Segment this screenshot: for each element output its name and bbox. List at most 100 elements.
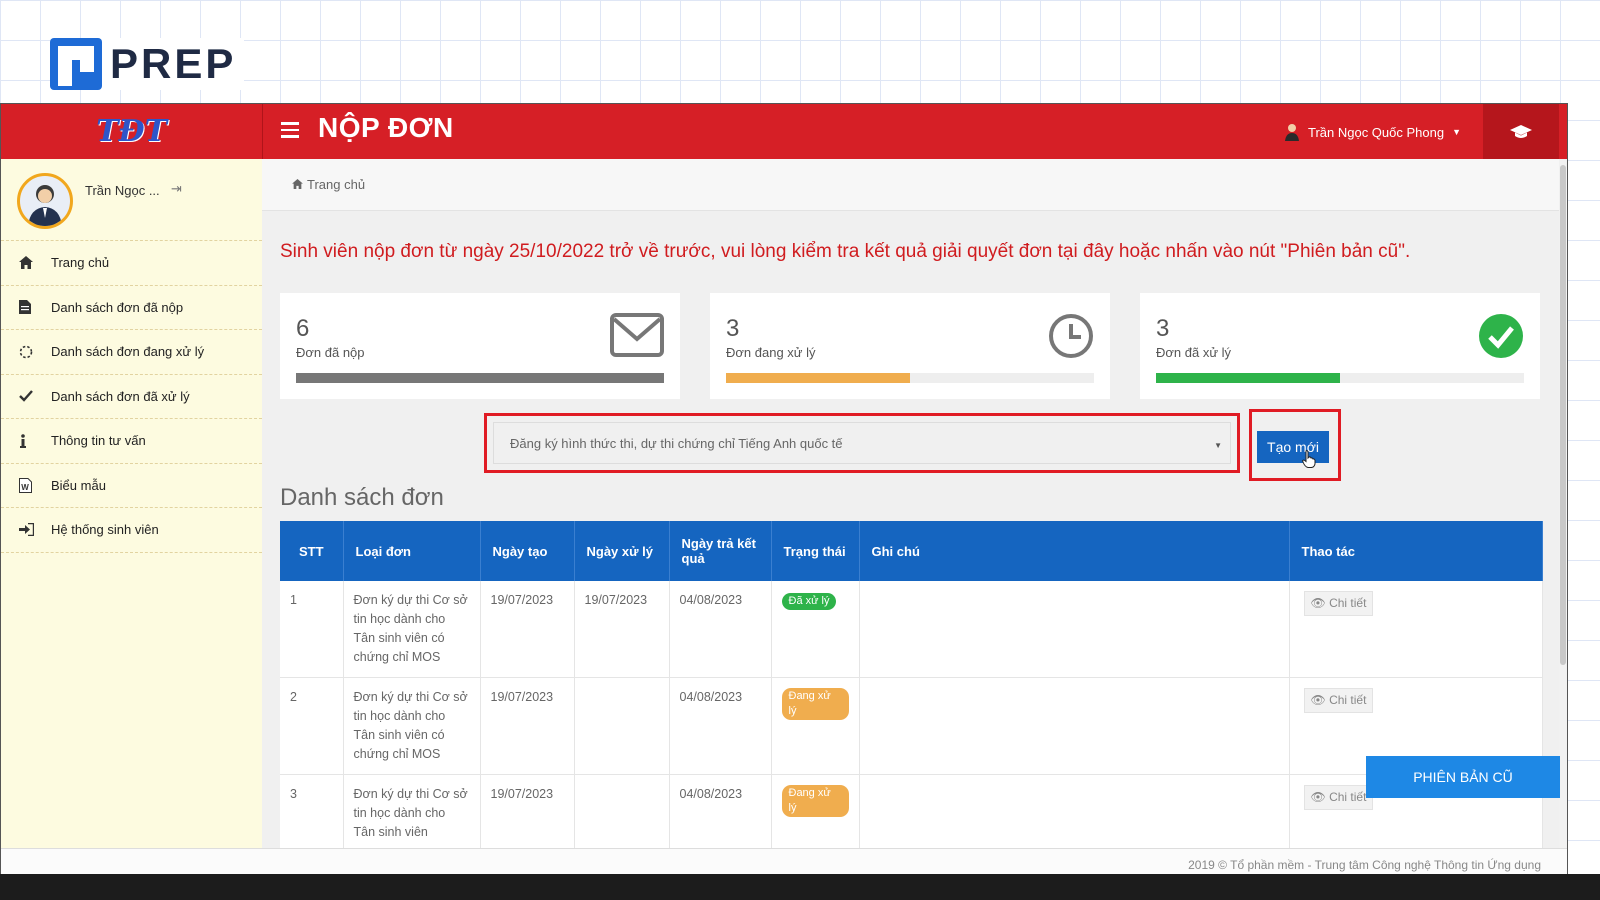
row-processed xyxy=(574,774,670,848)
scrollbar[interactable] xyxy=(1559,159,1567,880)
file-icon xyxy=(19,300,51,315)
stat-count: 3 xyxy=(726,315,740,342)
form-type-selected: Đăng ký hình thức thi, dự thi chứng chỉ … xyxy=(510,435,843,451)
sidebar-item-advice[interactable]: Thông tin tư vấn xyxy=(1,419,262,464)
column-header: Thao tác xyxy=(1289,521,1543,581)
sidebar-item-label: Danh sách đơn đang xử lý xyxy=(51,344,205,360)
row-actions: 👁 Chi tiết xyxy=(1289,581,1543,678)
column-header: Trạng thái xyxy=(771,521,860,581)
detail-button[interactable]: 👁 Chi tiết xyxy=(1303,591,1374,616)
row-type: Đơn ký dự thi Cơ sở tin học dành cho Tân… xyxy=(343,677,481,775)
row-result-date: 04/08/2023 xyxy=(669,774,772,848)
column-header: STT xyxy=(280,521,344,581)
row-status-cell: Đã xử lý xyxy=(771,581,860,678)
prep-wordmark: PREP xyxy=(110,40,237,87)
sidebar-item-label: Danh sách đơn đã xử lý xyxy=(51,388,190,404)
form-type-highlight: Đăng ký hình thức thi, dự thi chứng chỉ … xyxy=(484,413,1240,473)
stat-count: 3 xyxy=(1156,315,1170,342)
row-status-cell: Đang xử lý xyxy=(771,677,860,775)
main-content: Trang chủ Sinh viên nộp đơn từ ngày 25/1… xyxy=(262,159,1567,848)
table-row: 2 Đơn ký dự thi Cơ sở tin học dành cho T… xyxy=(280,677,1543,775)
list-title: Danh sách đơn xyxy=(280,484,444,511)
notice-text: Sinh viên nộp đơn từ ngày 25/10/2022 trở… xyxy=(280,241,1058,262)
sidebar-item-forms[interactable]: W Biểu mẫu xyxy=(1,464,262,508)
sidebar-user-box: Trần Ngọc ... ⇥ xyxy=(1,159,262,241)
eye-icon: 👁 xyxy=(1310,693,1326,707)
table-row: 1 Đơn ký dự thi Cơ sở tin học dành cho T… xyxy=(280,581,1543,678)
sidebar-item-processed[interactable]: Danh sách đơn đã xử lý xyxy=(1,375,262,419)
top-bar: NỘP ĐƠN Trần Ngọc Quốc Phong ▼ xyxy=(262,104,1567,159)
detail-button[interactable]: 👁 Chi tiết xyxy=(1303,688,1374,713)
row-note xyxy=(859,677,1290,775)
scrollbar-thumb[interactable] xyxy=(1560,165,1566,665)
form-type-select[interactable]: Đăng ký hình thức thi, dự thi chứng chỉ … xyxy=(493,422,1231,464)
graduation-cap-button[interactable] xyxy=(1483,104,1559,159)
forms-table: STT Loại đơn Ngày tạo Ngày xử lý Ngày tr… xyxy=(280,521,1543,848)
sidebar-user-name: Trần Ngọc ... xyxy=(85,183,160,198)
create-button-highlight: Tạo mới xyxy=(1249,409,1341,481)
stat-card-submitted[interactable]: 6 Đơn đã nộp xyxy=(280,293,680,399)
user-menu-name: Trần Ngọc Quốc Phong xyxy=(1307,124,1445,140)
chevron-down-icon: ▼ xyxy=(1214,441,1222,450)
column-header: Ngày tạo xyxy=(480,521,575,581)
envelope-icon xyxy=(610,313,664,357)
table-header-row: STT Loại đơn Ngày tạo Ngày xử lý Ngày tr… xyxy=(280,521,1543,581)
create-new-button[interactable]: Tạo mới xyxy=(1257,431,1329,463)
row-stt: 2 xyxy=(280,677,344,775)
notice-text-2: hoặc nhấn vào nút "Phiên bản cũ". xyxy=(1113,241,1411,262)
stat-progress-fill xyxy=(296,373,664,383)
logout-icon[interactable]: ⇥ xyxy=(171,181,182,197)
row-type: Đơn ký dự thi Cơ sở tin học dành cho Tân… xyxy=(343,774,481,848)
row-processed xyxy=(574,677,670,775)
breadcrumb: Trang chủ xyxy=(262,159,1567,211)
stat-progress-fill xyxy=(1156,373,1340,383)
hamburger-menu-icon[interactable] xyxy=(281,122,299,138)
notice-message: Sinh viên nộp đơn từ ngày 25/10/2022 trở… xyxy=(280,241,1520,262)
stat-progress-fill xyxy=(726,373,910,383)
detail-button-label: Chi tiết xyxy=(1329,790,1367,804)
sidebar-item-label: Danh sách đơn đã nộp xyxy=(51,299,184,315)
tdt-logo[interactable]: TĐT xyxy=(1,104,262,159)
column-header: Ngày xử lý xyxy=(574,521,670,581)
sidebar-item-label: Biểu mẫu xyxy=(51,477,106,493)
sidebar: TĐT Trần Ngọc ... ⇥ Trang chủ Danh sách … xyxy=(1,104,262,880)
column-header: Ngày trả kết quả xyxy=(669,521,772,581)
sidebar-item-label: Thông tin tư vấn xyxy=(51,433,146,449)
row-note xyxy=(859,581,1290,678)
stat-progress-bar xyxy=(1156,373,1524,383)
user-menu[interactable]: Trần Ngọc Quốc Phong ▼ xyxy=(1284,123,1461,141)
taskbar xyxy=(0,874,1600,900)
check-circle-icon xyxy=(1479,314,1523,358)
sidebar-item-label: Trang chủ xyxy=(51,255,110,271)
column-header: Ghi chú xyxy=(859,521,1290,581)
old-version-button[interactable]: PHIÊN BẢN CŨ xyxy=(1366,756,1560,798)
sidebar-item-student-system[interactable]: Hệ thống sinh viên xyxy=(1,508,262,553)
stat-label: Đơn đã xử lý xyxy=(1156,345,1232,360)
svg-text:W: W xyxy=(21,483,29,492)
status-badge: Đang xử lý xyxy=(781,785,849,817)
sidebar-item-submitted[interactable]: Danh sách đơn đã nộp xyxy=(1,286,262,330)
stat-card-processed[interactable]: 3 Đơn đã xử lý xyxy=(1140,293,1540,399)
user-avatar-icon xyxy=(1284,124,1299,141)
eye-icon: 👁 xyxy=(1310,596,1326,610)
word-doc-icon: W xyxy=(19,477,51,493)
home-icon xyxy=(292,178,303,192)
row-created: 19/07/2023 xyxy=(480,774,575,848)
prep-brand: PREP xyxy=(50,38,245,90)
detail-button-label: Chi tiết xyxy=(1329,693,1367,707)
breadcrumb-home-link[interactable]: Trang chủ xyxy=(307,177,365,192)
row-result-date: 04/08/2023 xyxy=(669,581,772,678)
sidebar-item-home[interactable]: Trang chủ xyxy=(1,241,262,286)
detail-button[interactable]: 👁 Chi tiết xyxy=(1303,785,1374,810)
stat-progress-bar xyxy=(296,373,664,383)
app-window: TĐT Trần Ngọc ... ⇥ Trang chủ Danh sách … xyxy=(0,103,1568,881)
sidebar-item-label: Hệ thống sinh viên xyxy=(51,522,159,538)
sidebar-item-processing[interactable]: Danh sách đơn đang xử lý xyxy=(1,330,262,375)
row-stt: 1 xyxy=(280,581,344,678)
notice-link[interactable]: tại đây xyxy=(1058,241,1114,262)
stat-card-processing[interactable]: 3 Đơn đang xử lý xyxy=(710,293,1110,399)
chevron-down-icon: ▼ xyxy=(1452,127,1461,137)
avatar[interactable] xyxy=(17,173,73,229)
row-status-cell: Đang xử lý xyxy=(771,774,860,848)
check-icon xyxy=(19,390,51,402)
